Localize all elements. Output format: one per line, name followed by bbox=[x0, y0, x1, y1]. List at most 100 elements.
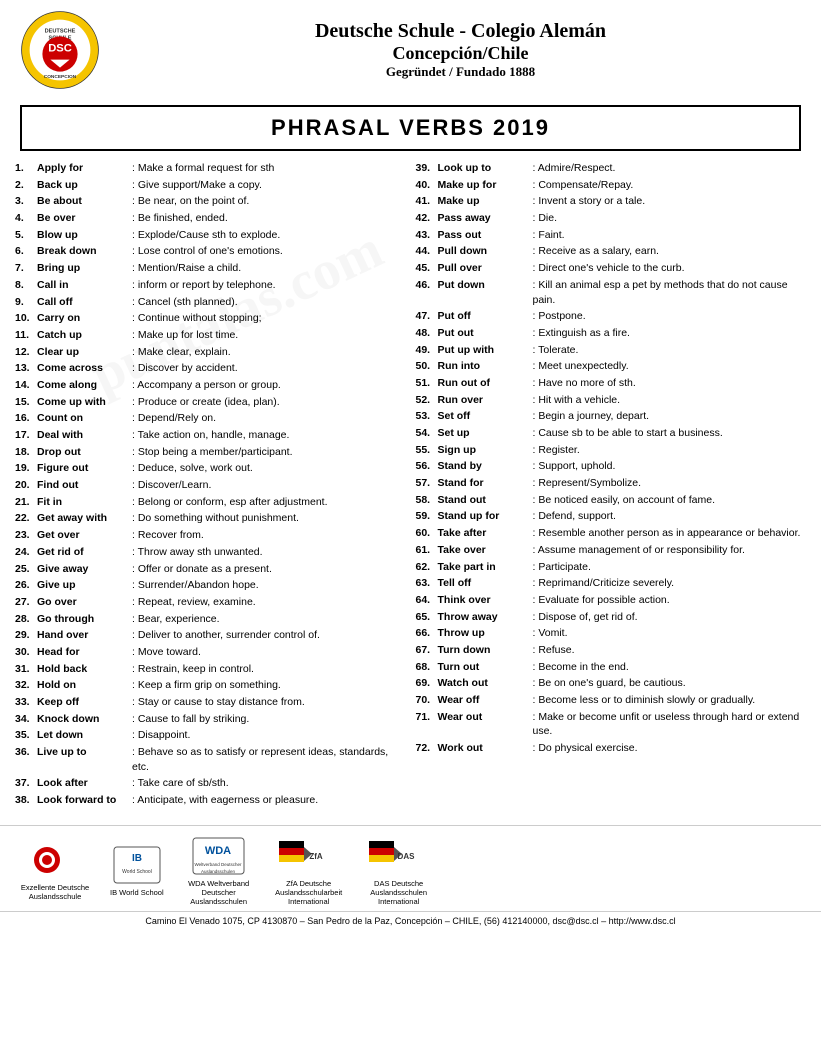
svg-text:ZfA: ZfA bbox=[309, 852, 323, 861]
verb-definition: : Be near, on the point of. bbox=[132, 194, 406, 209]
verb-definition: : Take care of sb/sth. bbox=[132, 776, 406, 791]
verb-number: 67. bbox=[416, 643, 438, 658]
list-item: 29.Hand over: Deliver to another, surren… bbox=[15, 628, 406, 643]
list-item: 37.Look after: Take care of sb/sth. bbox=[15, 776, 406, 791]
list-item: 15.Come up with: Produce or create (idea… bbox=[15, 395, 406, 410]
list-item: 21.Fit in: Belong or conform, esp after … bbox=[15, 495, 406, 510]
verb-phrase: Look forward to bbox=[37, 793, 132, 808]
verb-definition: : Evaluate for possible action. bbox=[533, 593, 807, 608]
verb-number: 53. bbox=[416, 409, 438, 424]
verb-phrase: Figure out bbox=[37, 461, 132, 476]
verb-phrase: Hand over bbox=[37, 628, 132, 643]
list-item: 45.Pull over: Direct one's vehicle to th… bbox=[416, 261, 807, 276]
verb-definition: : Represent/Symbolize. bbox=[533, 476, 807, 491]
verb-definition: : Disappoint. bbox=[132, 728, 406, 743]
verb-definition: : Tolerate. bbox=[533, 343, 807, 358]
verb-phrase: Go over bbox=[37, 595, 132, 610]
verb-phrase: Tell off bbox=[438, 576, 533, 591]
list-item: 65.Throw away: Dispose of, get rid of. bbox=[416, 610, 807, 625]
verb-phrase: Wear out bbox=[438, 710, 533, 739]
verb-definition: : Compensate/Repay. bbox=[533, 178, 807, 193]
verb-definition: : Discover/Learn. bbox=[132, 478, 406, 493]
verb-phrase: Take after bbox=[438, 526, 533, 541]
list-item: 69.Watch out: Be on one's guard, be caut… bbox=[416, 676, 807, 691]
verb-phrase: Run into bbox=[438, 359, 533, 374]
verb-number: 7. bbox=[15, 261, 37, 276]
dsc-logo: DEUTSCHE SCHULE DSC CONCEPCION bbox=[20, 10, 100, 90]
list-item: 60.Take after: Resemble another person a… bbox=[416, 526, 807, 541]
verb-definition: : Invent a story or a tale. bbox=[533, 194, 807, 209]
list-item: 46.Put down: Kill an animal esp a pet by… bbox=[416, 278, 807, 307]
verb-definition: : Cause sb to be able to start a busines… bbox=[533, 426, 807, 441]
verb-phrase: Be over bbox=[37, 211, 132, 226]
verb-number: 31. bbox=[15, 662, 37, 677]
main-content: 1.Apply for: Make a formal request for s… bbox=[0, 156, 821, 815]
verb-number: 34. bbox=[15, 712, 37, 727]
verb-definition: : Cancel (sth planned). bbox=[132, 295, 406, 310]
verb-number: 24. bbox=[15, 545, 37, 560]
verb-definition: : Bear, experience. bbox=[132, 612, 406, 627]
list-item: 23.Get over: Recover from. bbox=[15, 528, 406, 543]
verb-number: 42. bbox=[416, 211, 438, 226]
verb-number: 60. bbox=[416, 526, 438, 541]
list-item: 6.Break down: Lose control of one's emot… bbox=[15, 244, 406, 259]
verb-phrase: Give up bbox=[37, 578, 132, 593]
verb-number: 61. bbox=[416, 543, 438, 558]
verb-number: 58. bbox=[416, 493, 438, 508]
verb-definition: : Deduce, solve, work out. bbox=[132, 461, 406, 476]
verb-number: 1. bbox=[15, 161, 37, 176]
list-item: 54.Set up: Cause sb to be able to start … bbox=[416, 426, 807, 441]
svg-text:WDA: WDA bbox=[205, 845, 231, 857]
footer-address: Camino El Venado 1075, CP 4130870 – San … bbox=[0, 911, 821, 930]
verb-definition: : Give support/Make a copy. bbox=[132, 178, 406, 193]
verb-phrase: Head for bbox=[37, 645, 132, 660]
list-item: 31.Hold back: Restrain, keep in control. bbox=[15, 662, 406, 677]
verb-number: 51. bbox=[416, 376, 438, 391]
verb-number: 8. bbox=[15, 278, 37, 293]
verb-number: 72. bbox=[416, 741, 438, 756]
verb-phrase: Apply for bbox=[37, 161, 132, 176]
list-item: 32.Hold on: Keep a firm grip on somethin… bbox=[15, 678, 406, 693]
verb-phrase: Keep off bbox=[37, 695, 132, 710]
verb-definition: : Discover by accident. bbox=[132, 361, 406, 376]
list-item: 10.Carry on: Continue without stopping; bbox=[15, 311, 406, 326]
verb-number: 41. bbox=[416, 194, 438, 209]
verb-phrase: Hold back bbox=[37, 662, 132, 677]
verb-number: 63. bbox=[416, 576, 438, 591]
verb-phrase: Run out of bbox=[438, 376, 533, 391]
list-item: 9.Call off: Cancel (sth planned). bbox=[15, 295, 406, 310]
verb-definition: : Begin a journey, depart. bbox=[533, 409, 807, 424]
verb-number: 3. bbox=[15, 194, 37, 209]
verb-phrase: Pass away bbox=[438, 211, 533, 226]
verb-number: 12. bbox=[15, 345, 37, 360]
list-item: 26.Give up: Surrender/Abandon hope. bbox=[15, 578, 406, 593]
verb-number: 4. bbox=[15, 211, 37, 226]
verb-number: 29. bbox=[15, 628, 37, 643]
verb-phrase: Think over bbox=[438, 593, 533, 608]
verb-definition: : Register. bbox=[533, 443, 807, 458]
verb-definition: : Belong or conform, esp after adjustmen… bbox=[132, 495, 406, 510]
list-item: 33.Keep off: Stay or cause to stay dista… bbox=[15, 695, 406, 710]
list-item: 53.Set off: Begin a journey, depart. bbox=[416, 409, 807, 424]
footer-logos: Exzellente Deutsche Auslandsschule IB Wo… bbox=[0, 825, 821, 911]
verb-number: 62. bbox=[416, 560, 438, 575]
verb-number: 15. bbox=[15, 395, 37, 410]
verb-phrase: Turn out bbox=[438, 660, 533, 675]
verb-definition: : Cause to fall by striking. bbox=[132, 712, 406, 727]
verb-definition: : Defend, support. bbox=[533, 509, 807, 524]
verb-definition: : Vomit. bbox=[533, 626, 807, 641]
verb-number: 66. bbox=[416, 626, 438, 641]
verb-definition: : Receive as a salary, earn. bbox=[533, 244, 807, 259]
verb-number: 11. bbox=[15, 328, 37, 343]
list-item: 17.Deal with: Take action on, handle, ma… bbox=[15, 428, 406, 443]
verb-definition: : Kill an animal esp a pet by methods th… bbox=[533, 278, 807, 307]
verb-phrase: Get rid of bbox=[37, 545, 132, 560]
list-item: 34.Knock down: Cause to fall by striking… bbox=[15, 712, 406, 727]
verb-number: 46. bbox=[416, 278, 438, 307]
verb-definition: : Explode/Cause sth to explode. bbox=[132, 228, 406, 243]
logo-zfa: ZfA ZfA Deutsche Auslandsschularbeit Int… bbox=[274, 836, 344, 906]
list-item: 24.Get rid of: Throw away sth unwanted. bbox=[15, 545, 406, 560]
svg-text:CONCEPCION: CONCEPCION bbox=[44, 74, 77, 80]
verb-phrase: Sign up bbox=[438, 443, 533, 458]
verb-number: 69. bbox=[416, 676, 438, 691]
